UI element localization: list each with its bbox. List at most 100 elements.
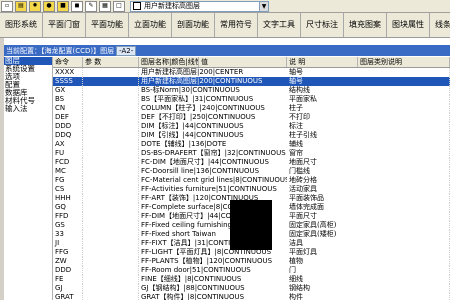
command-cell: FFD <box>53 212 83 221</box>
category-cell: 结构线 <box>287 86 450 95</box>
param-cell <box>83 275 139 284</box>
menu-item[interactable]: 剖面功能 <box>172 13 215 37</box>
category-cell: 固定家具(矮柜) <box>287 230 450 239</box>
param-cell <box>83 68 139 77</box>
command-cell: BS <box>53 95 83 104</box>
command-cell: ZW <box>53 257 83 266</box>
menu-item[interactable]: 线条 <box>430 13 450 37</box>
command-cell: JI <box>53 239 83 248</box>
param-cell <box>83 131 139 140</box>
param-cell <box>83 122 139 131</box>
menu-item[interactable]: 填充图案 <box>344 13 387 37</box>
table-row[interactable]: ZW FF-PLANTS【植物】|120|CONTINUOUS 植物 <box>53 257 450 266</box>
grid-icon[interactable]: ▦ <box>99 0 111 12</box>
param-cell <box>83 104 139 113</box>
column-header[interactable]: 图层类别说明 <box>358 57 450 67</box>
document-tab[interactable]: -A2- <box>116 45 137 56</box>
layer-cell: COLUMN【柱子】|240|CONTINUOUS <box>141 104 265 112</box>
sidebar-item-input-method[interactable]: 输入法 <box>4 105 52 113</box>
chevron-down-icon[interactable]: ▼ <box>259 1 268 11</box>
file-icon[interactable]: ▫ <box>1 0 13 12</box>
category-cell: 平面家私 <box>287 95 450 104</box>
param-cell <box>83 266 139 275</box>
command-cell: GS <box>53 221 83 230</box>
category-cell: 窗帘 <box>287 149 450 158</box>
table-row[interactable]: FE FINE【细线】|8|CONTINUOUS 细线 <box>53 275 450 284</box>
table-row[interactable]: XXXX 用户新建标高图层|200|CENTER 轴号 <box>53 68 450 77</box>
table-row[interactable]: DDD FF-Room door|51|CONTINUOUS 门 <box>53 266 450 275</box>
category-cell: 地面尺寸 <box>287 158 450 167</box>
table-row[interactable]: SSSS 用户新建标高图层|200|CONTINUOUS 轴号 <box>53 77 450 86</box>
table-row[interactable]: FG FC-Material cent grid lines|8|CONTINUO… <box>53 176 450 185</box>
column-header[interactable]: 图层名称|颜色|线性 <box>139 57 199 67</box>
category-cell: 平面灯具 <box>287 248 450 257</box>
param-cell <box>83 248 139 257</box>
menu-item[interactable]: 立面功能 <box>129 13 172 37</box>
param-cell <box>83 194 139 203</box>
menu-item[interactable]: 图块属性 <box>387 13 430 37</box>
category-cell: 门槛线 <box>287 167 450 176</box>
column-header[interactable]: 说 明 <box>287 57 358 67</box>
param-cell <box>83 221 139 230</box>
table-row[interactable]: FCD FC-DIM【地面尺寸】|44|CONTINUOUS 地面尺寸 <box>53 158 450 167</box>
command-cell: GRAT <box>53 293 83 300</box>
layer-icon[interactable]: ▤ <box>15 0 27 12</box>
category-sidebar: 图层 系统设置 选项 配置 数据库 材料代号 输入法 <box>4 57 53 300</box>
swatch-icon[interactable]: □ <box>113 0 125 12</box>
table-row[interactable]: DEF DEF【不打印】|250|CONTINUOUS 不打印 <box>53 113 450 122</box>
table-row[interactable]: MC FC-Doorsill line|136|CONTINUOUS 门槛线 <box>53 167 450 176</box>
param-cell <box>83 167 139 176</box>
pen-icon[interactable]: ✎ <box>85 0 97 12</box>
layer-table: 命令 参 数 图层名称|颜色|线性 值 说 明 图层类别说明 XXXX 用户新建标… <box>53 57 450 300</box>
param-cell <box>83 212 139 221</box>
table-row[interactable]: FU DS-BS-DRAFERT【窗帘】|32|CONTINUOUS 窗帘 <box>53 149 450 158</box>
lock-icon[interactable]: ■ <box>57 0 69 12</box>
layer-cell: FINE【细线】|8|CONTINUOUS <box>141 275 242 283</box>
command-cell: GQ <box>53 203 83 212</box>
layer-cell: FC-Material cent grid lines|8|CONTINUOUS <box>141 176 287 184</box>
layer-cell: DIM【标注】|44|CONTINUOUS <box>141 122 244 130</box>
param-cell <box>83 257 139 266</box>
param-cell <box>83 239 139 248</box>
command-cell: XXXX <box>53 68 83 77</box>
color-swatch <box>133 2 141 10</box>
param-cell <box>83 203 139 212</box>
menu-item[interactable]: 常用符号 <box>215 13 258 37</box>
document-title: 当前配置：【海龙配置(CCD)】图层 <box>6 46 115 55</box>
param-cell <box>83 86 139 95</box>
layer-cell: GJ【钢结构】|88|CONTINUOUS <box>141 284 245 292</box>
column-header[interactable]: 命令 <box>53 57 83 67</box>
param-cell <box>83 284 139 293</box>
menu-item[interactable]: 平面功能 <box>86 13 129 37</box>
layer-dropdown[interactable]: 用户新建标高图层 ▼ <box>130 0 269 12</box>
table-row[interactable]: BS BS【平面家私】|31|CONTINUOUS 平面家私 <box>53 95 450 104</box>
menu-item[interactable]: 尺寸标注 <box>301 13 344 37</box>
category-cell: 钢结构 <box>287 284 450 293</box>
table-row[interactable]: CN COLUMN【柱子】|240|CONTINUOUS 柱子 <box>53 104 450 113</box>
layer-cell: BS-标Norm|30|CONTINUOUS <box>141 86 240 94</box>
menu-item[interactable]: 文字工具 <box>258 13 301 37</box>
layer-cell: 用户新建标高图层|200|CONTINUOUS <box>141 77 263 85</box>
layer-toolbar: ▫ ▤ ✹ ● ■ ◼ ✎ ▦ □ 用户新建标高图层 ▼ <box>0 0 450 13</box>
column-header[interactable]: 值 <box>199 57 287 67</box>
table-row[interactable]: DDQ DIM【引线】|44|CONTINUOUS 柱子引线 <box>53 131 450 140</box>
stop-icon[interactable]: ◼ <box>71 0 83 12</box>
column-header[interactable]: 参 数 <box>83 57 139 67</box>
lightbulb-icon[interactable]: ● <box>43 0 55 12</box>
table-row[interactable]: GX BS-标Norm|30|CONTINUOUS 结构线 <box>53 86 450 95</box>
menu-item[interactable]: 平面门窗 <box>43 13 86 37</box>
table-row[interactable]: CS FF-Activities furniture|51|CONTINUOUS 活… <box>53 185 450 194</box>
table-row[interactable]: AX DOTE【辅线】|136|DOTE 辅线 <box>53 140 450 149</box>
param-cell <box>83 158 139 167</box>
layer-cell: FC-Doorsill line|136|CONTINUOUS <box>141 167 260 175</box>
command-cell: FU <box>53 149 83 158</box>
param-cell <box>83 149 139 158</box>
table-row[interactable]: DDD DIM【标注】|44|CONTINUOUS 标注 <box>53 122 450 131</box>
sun-icon[interactable]: ✹ <box>29 0 41 12</box>
table-row[interactable]: GJ GJ【钢结构】|88|CONTINUOUS 钢结构 <box>53 284 450 293</box>
command-cell: HHH <box>53 194 83 203</box>
table-row[interactable]: GRAT GRAT【构件】|8|CONTINUOUS 构件 <box>53 293 450 300</box>
layer-cell: FF-Activities furniture|51|CONTINUOUS <box>141 185 277 193</box>
menu-item[interactable]: 图形系统 <box>0 13 43 37</box>
layer-cell: BS【平面家私】|31|CONTINUOUS <box>141 95 254 103</box>
